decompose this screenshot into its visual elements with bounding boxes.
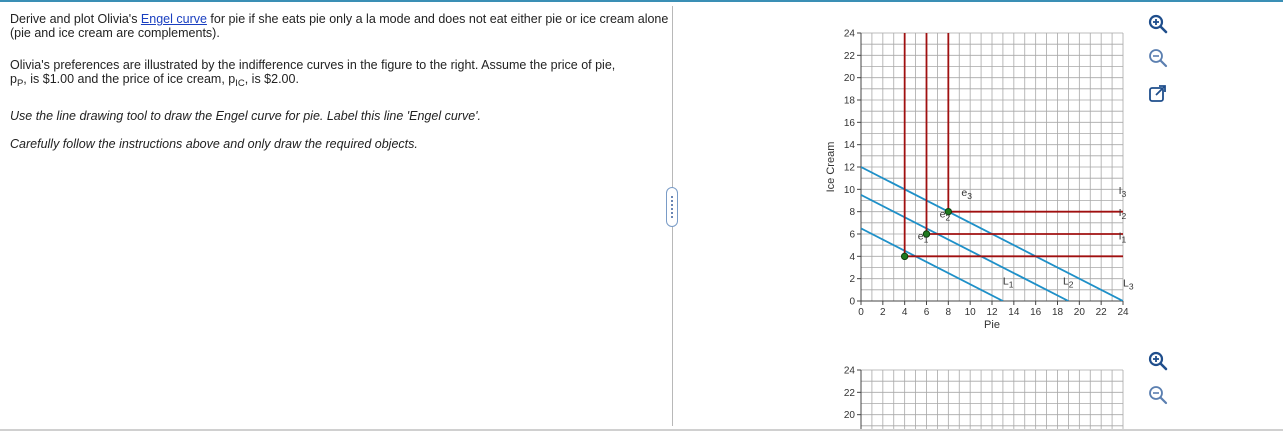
y-tick-label: 22 — [844, 388, 856, 399]
y-tick-label: 24 — [844, 366, 856, 377]
second-graph[interactable]: 20 22 24 — [0, 0, 1283, 431]
popout-icon[interactable] — [1147, 83, 1169, 105]
zoom-out-icon[interactable] — [1147, 47, 1169, 69]
zoom-in-icon[interactable] — [1147, 350, 1169, 372]
zoom-out-icon[interactable] — [1147, 384, 1169, 406]
y-tick-label: 20 — [844, 410, 856, 421]
zoom-in-icon[interactable] — [1147, 13, 1169, 35]
